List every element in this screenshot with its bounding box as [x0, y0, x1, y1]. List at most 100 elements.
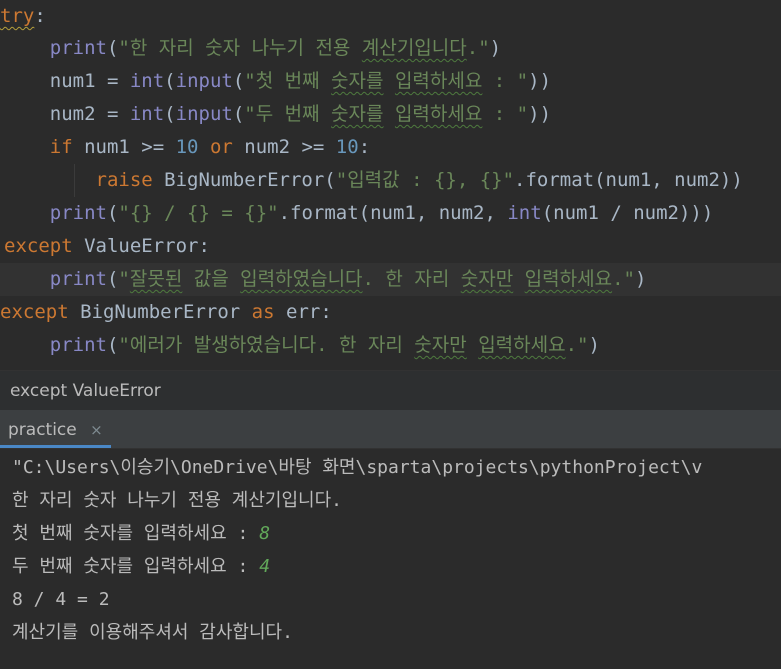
- code-token: print: [49, 334, 107, 356]
- code-token: "두 번째: [244, 103, 332, 125]
- breadcrumb-item[interactable]: except ValueError: [10, 381, 161, 401]
- console-output: "C:\Users\이승기\OneDrive\바탕 화면\sparta\proj…: [12, 457, 703, 478]
- code-token: except: [4, 235, 73, 257]
- code-line[interactable]: print("에러가 발생하였습니다. 한 자리 숫자만 입력하세요."): [0, 329, 600, 362]
- code-line[interactable]: print("{} / {} = {}".format(num1, num2, …: [0, 197, 714, 230]
- code-token: )): [528, 70, 552, 92]
- console-output: 첫 번째 숫자를 입력하세요 :: [12, 523, 260, 544]
- code-token: 계산기입니다: [361, 37, 467, 59]
- code-token: (: [232, 103, 245, 125]
- code-token: (: [106, 268, 119, 290]
- console-output: 한 자리 숫자 나누기 전용 계산기입니다.: [12, 490, 342, 511]
- console-line: 한 자리 숫자 나누기 전용 계산기입니다.: [12, 484, 342, 517]
- console-output: 계산기를 이용해주셔서 감사합니다.: [12, 622, 293, 643]
- run-console[interactable]: "C:\Users\이승기\OneDrive\바탕 화면\sparta\proj…: [0, 449, 781, 669]
- close-icon[interactable]: ×: [90, 421, 103, 439]
- tab-label: practice: [8, 420, 77, 440]
- code-token: ): [634, 268, 647, 290]
- code-token: (: [232, 70, 245, 92]
- code-token: .": [466, 37, 490, 59]
- code-token: 입력하세요: [394, 70, 483, 92]
- code-token: 입력하세요: [478, 334, 566, 356]
- console-line: 첫 번째 숫자를 입력하세요 : 8: [12, 517, 270, 550]
- code-token: ): [489, 37, 502, 59]
- code-token: (: [106, 37, 119, 59]
- console-line: 8 / 4 = 2: [12, 583, 110, 616]
- code-token: .": [612, 268, 635, 290]
- code-token: 숫자를: [331, 70, 384, 92]
- code-token: int: [129, 70, 165, 92]
- code-token: input: [175, 103, 233, 125]
- tab-practice[interactable]: practice ×: [0, 410, 111, 448]
- code-token: . 한 자리: [362, 268, 461, 290]
- code-token: err:: [274, 301, 332, 323]
- code-line[interactable]: print("한 자리 숫자 나누기 전용 계산기입니다."): [0, 32, 501, 65]
- code-token: int: [129, 103, 165, 125]
- code-token: num1 >=: [72, 136, 176, 158]
- code-token: if: [49, 136, 73, 158]
- code-token: 입력하세요: [524, 268, 613, 290]
- code-token: )): [528, 103, 552, 125]
- code-token: .format(num1, num2,: [278, 202, 508, 224]
- code-token: 숫자만: [414, 334, 467, 356]
- code-line[interactable]: try:: [0, 0, 46, 33]
- code-token: ): [588, 334, 600, 356]
- code-token: (num1 / num2))): [541, 202, 714, 224]
- code-token: num2 >=: [232, 136, 336, 158]
- console-output: 두 번째 숫자를 입력하세요 :: [12, 556, 260, 577]
- code-token: 입력하였습니다: [240, 268, 363, 290]
- code-token: "한 자리 숫자 나누기 전용: [118, 37, 362, 59]
- code-token: 숫자를: [331, 103, 384, 125]
- code-line[interactable]: except ValueError:: [0, 230, 210, 263]
- code-token: 잘못된: [129, 268, 183, 290]
- code-token: : ": [482, 70, 529, 92]
- code-line[interactable]: print("잘못된 값을 입력하였습니다. 한 자리 숫자만 입력하세요."): [0, 263, 781, 296]
- code-token: raise: [95, 169, 153, 191]
- code-line[interactable]: except BigNumberError as err:: [0, 296, 332, 329]
- code-token: "{} / {} = {}": [118, 202, 279, 224]
- code-token: except: [0, 301, 69, 323]
- code-token: .": [565, 334, 589, 356]
- code-token: .format(num1, num2)): [514, 169, 743, 191]
- code-token: :: [358, 136, 371, 158]
- code-token: input: [175, 70, 233, 92]
- code-line[interactable]: num1 = int(input("첫 번째 숫자를 입력하세요 : ")): [0, 65, 551, 98]
- code-line[interactable]: raise BigNumberError("입력값 : {}, {}".form…: [0, 164, 743, 197]
- code-line[interactable]: if num1 >= 10 or num2 >= 10:: [0, 131, 370, 164]
- code-token: try: [0, 5, 35, 27]
- code-line[interactable]: num2 = int(input("두 번째 숫자를 입력하세요 : ")): [0, 98, 551, 131]
- code-token: 10: [175, 136, 199, 158]
- code-token: (: [106, 202, 119, 224]
- code-token: "입력값 : {}, {}": [335, 169, 515, 191]
- code-token: or: [209, 136, 233, 158]
- console-line: "C:\Users\이승기\OneDrive\바탕 화면\sparta\proj…: [12, 451, 702, 484]
- code-token: as: [251, 301, 275, 323]
- code-token: (: [164, 70, 176, 92]
- run-tab-bar: practice ×: [0, 410, 781, 449]
- breadcrumb[interactable]: except ValueError: [0, 370, 781, 410]
- code-token: "첫 번째: [244, 70, 332, 92]
- console-user-input: 4: [259, 556, 271, 577]
- code-token: print: [49, 202, 107, 224]
- code-token: print: [49, 268, 107, 290]
- code-editor[interactable]: try: print("한 자리 숫자 나누기 전용 계산기입니다.") num…: [0, 0, 781, 370]
- code-token: num1 =: [4, 70, 130, 92]
- code-token: BigNumberError: [68, 301, 252, 323]
- code-token: :: [34, 5, 46, 27]
- code-token: int: [507, 202, 542, 224]
- code-token: BigNumberError(: [152, 169, 336, 191]
- code-token: 값을: [182, 268, 241, 290]
- code-token: (: [164, 103, 176, 125]
- code-token: print: [49, 37, 107, 59]
- console-line: 계산기를 이용해주셔서 감사합니다.: [12, 616, 293, 649]
